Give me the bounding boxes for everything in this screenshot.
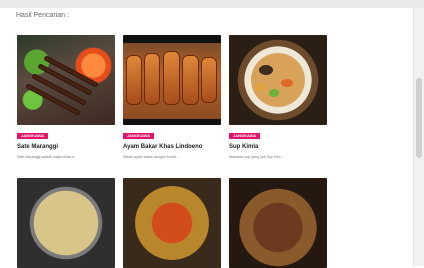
recipe-card[interactable]: JANGKAWA Sate Maranggi Sate Maranggi ada…: [17, 35, 115, 165]
scrollbar[interactable]: [413, 8, 424, 266]
scrollbar-thumb[interactable]: [416, 78, 422, 158]
category-badge[interactable]: JANGKAWA: [229, 133, 261, 139]
recipe-image[interactable]: [229, 178, 327, 268]
recipe-title[interactable]: Ayam Bakar Khas Lindoeno: [123, 144, 202, 150]
recipe-image[interactable]: [17, 35, 115, 125]
recipe-description: Masakan sup yang jadi Sop Nex...: [229, 155, 284, 159]
category-badge[interactable]: JANGKAWA: [17, 133, 49, 139]
recipe-image[interactable]: [229, 35, 327, 125]
recipe-card[interactable]: JANGKAWA Sup Kimla Masakan sup yang jadi…: [229, 35, 327, 165]
recipe-card[interactable]: [123, 178, 221, 268]
top-bar: [0, 0, 424, 8]
recipe-card[interactable]: [229, 178, 327, 268]
recipe-description: Sate Maranggi adalah sajian khas d...: [17, 155, 78, 159]
recipe-description: Selain ayam bakar dengan bumb...: [123, 155, 179, 159]
recipe-card[interactable]: JANGKAWA Ayam Bakar Khas Lindoeno Selain…: [123, 35, 221, 165]
recipe-card[interactable]: [17, 178, 115, 268]
recipe-title[interactable]: Sup Kimla: [229, 144, 258, 150]
recipe-image[interactable]: [17, 178, 115, 268]
recipe-image[interactable]: [123, 35, 221, 125]
section-title: Hasil Pencarian :: [16, 12, 69, 19]
recipe-image[interactable]: [123, 178, 221, 268]
recipe-title[interactable]: Sate Maranggi: [17, 144, 58, 150]
category-badge[interactable]: JANGKAWA: [123, 133, 155, 139]
